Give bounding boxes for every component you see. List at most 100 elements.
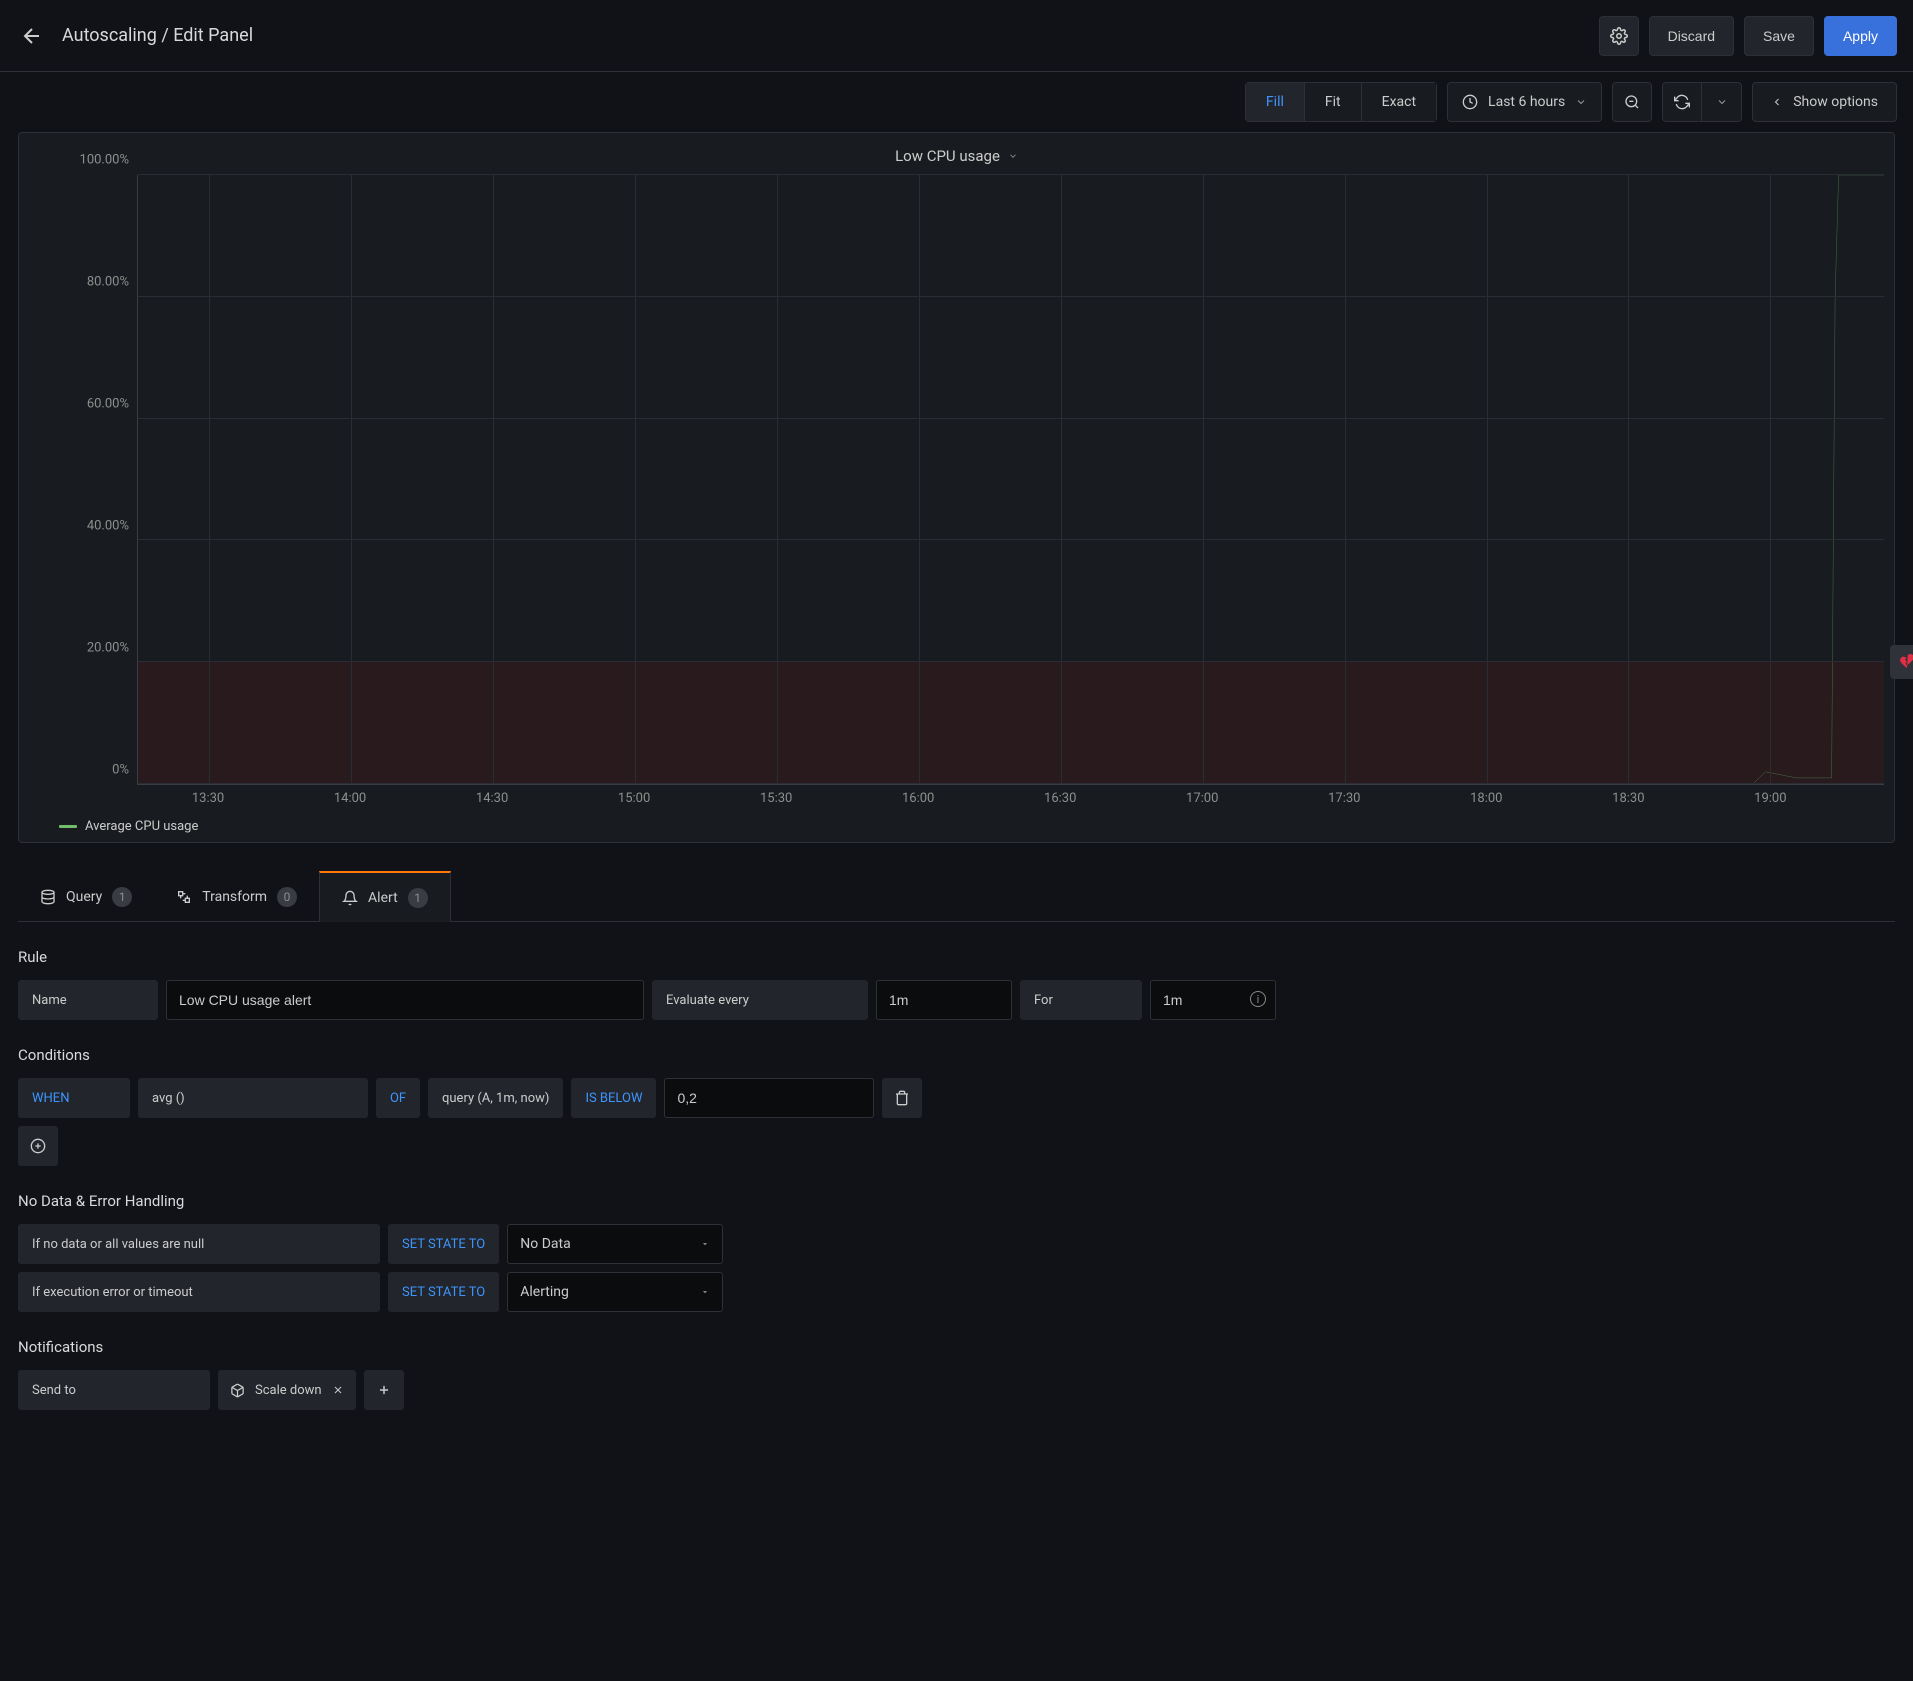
x-tick: 14:30: [476, 791, 508, 806]
panel-title[interactable]: Low CPU usage: [29, 143, 1884, 175]
grid-line: [1487, 175, 1488, 784]
page-title: Autoscaling / Edit Panel: [62, 25, 253, 46]
tab-query-count: 1: [112, 887, 132, 907]
info-icon[interactable]: i: [1250, 991, 1266, 1007]
y-tick: 20.00%: [87, 641, 129, 656]
grid-line: [351, 175, 352, 784]
y-axis: 0%20.00%40.00%60.00%80.00%100.00%: [29, 175, 137, 785]
grid-line: [138, 174, 1884, 175]
grid-line: [1345, 175, 1346, 784]
tab-transform-label: Transform: [202, 889, 267, 905]
conditions-section: Conditions WHEN avg () OF query (A, 1m, …: [18, 1046, 1895, 1166]
tab-transform[interactable]: Transform 0: [154, 871, 319, 921]
condition-query[interactable]: query (A, 1m, now): [428, 1078, 563, 1118]
add-notification-button[interactable]: [364, 1370, 404, 1410]
grid-line: [138, 296, 1884, 297]
delete-condition-button[interactable]: [882, 1078, 922, 1118]
display-mode-exact[interactable]: Exact: [1362, 82, 1437, 122]
condition-operator[interactable]: IS BELOW: [571, 1078, 656, 1118]
display-mode-group: Fill Fit Exact: [1245, 82, 1437, 122]
x-tick: 16:30: [1044, 791, 1076, 806]
back-button[interactable]: [16, 20, 48, 52]
plot-area[interactable]: 0.2 ⋮⋮: [137, 175, 1884, 785]
refresh-button[interactable]: [1662, 82, 1702, 122]
x-axis: 13:3014:0014:3015:0015:3016:0016:3017:00…: [137, 785, 1884, 815]
condition-threshold-input[interactable]: [664, 1078, 874, 1118]
zoom-out-button[interactable]: [1612, 82, 1652, 122]
transform-icon: [176, 889, 192, 905]
x-tick: 15:30: [760, 791, 792, 806]
no-data-state-select[interactable]: No Data: [507, 1224, 723, 1264]
save-button[interactable]: Save: [1744, 16, 1814, 56]
condition-aggregator[interactable]: avg (): [138, 1078, 368, 1118]
settings-button[interactable]: [1599, 16, 1639, 56]
tab-alert-label: Alert: [368, 890, 398, 906]
grid-line: [1203, 175, 1204, 784]
grid-line: [138, 661, 1884, 662]
x-tick: 17:30: [1328, 791, 1360, 806]
rule-name-label: Name: [18, 980, 158, 1020]
discard-button[interactable]: Discard: [1649, 16, 1734, 56]
for-label: For: [1020, 980, 1142, 1020]
x-tick: 19:00: [1754, 791, 1786, 806]
rule-name-input[interactable]: [166, 980, 644, 1020]
tab-transform-count: 0: [277, 887, 297, 907]
chart-series-line: [138, 175, 1884, 784]
add-condition-button[interactable]: [18, 1126, 58, 1166]
show-options-button[interactable]: Show options: [1752, 82, 1897, 122]
no-data-label: If no data or all values are null: [18, 1224, 380, 1264]
panel-tabs: Query 1 Transform 0 Alert 1: [18, 871, 1895, 922]
y-tick: 60.00%: [87, 397, 129, 412]
set-state-to-label: SET STATE TO: [388, 1224, 499, 1264]
visualization-panel: Low CPU usage 0%20.00%40.00%60.00%80.00%…: [18, 132, 1895, 843]
y-tick: 40.00%: [87, 519, 129, 534]
caret-down-icon: [700, 1239, 710, 1249]
x-tick: 15:00: [618, 791, 650, 806]
legend[interactable]: Average CPU usage: [29, 819, 1884, 834]
chevron-down-icon: [1716, 96, 1728, 108]
notification-channel-label: Scale down: [255, 1383, 322, 1398]
display-mode-fill[interactable]: Fill: [1245, 82, 1305, 122]
panel-toolbar: Fill Fit Exact Last 6 hours Show options: [0, 72, 1913, 132]
grid-line: [138, 783, 1884, 784]
tab-alert[interactable]: Alert 1: [319, 871, 451, 922]
notifications-section-title: Notifications: [18, 1338, 1895, 1356]
grid-line: [1061, 175, 1062, 784]
bell-icon: [342, 890, 358, 906]
grid-line: [493, 175, 494, 784]
tab-query-label: Query: [66, 889, 102, 905]
database-icon: [40, 889, 56, 905]
close-icon[interactable]: [332, 1384, 344, 1396]
grid-line: [1628, 175, 1629, 784]
refresh-interval-button[interactable]: [1702, 82, 1742, 122]
time-range-label: Last 6 hours: [1488, 94, 1565, 110]
grid-line: [777, 175, 778, 784]
chevron-down-icon: [1008, 151, 1018, 161]
time-range-picker[interactable]: Last 6 hours: [1447, 82, 1602, 122]
set-state-to-label-2: SET STATE TO: [388, 1272, 499, 1312]
notification-channel-chip[interactable]: Scale down: [218, 1370, 356, 1410]
show-options-label: Show options: [1793, 94, 1878, 110]
condition-when[interactable]: WHEN: [18, 1078, 130, 1118]
apply-button[interactable]: Apply: [1824, 16, 1897, 56]
cube-icon: [230, 1383, 245, 1398]
rule-section-title: Rule: [18, 948, 1895, 966]
conditions-section-title: Conditions: [18, 1046, 1895, 1064]
x-tick: 13:30: [192, 791, 224, 806]
grid-line: [1770, 175, 1771, 784]
x-tick: 17:00: [1186, 791, 1218, 806]
display-mode-fit[interactable]: Fit: [1305, 82, 1362, 122]
threshold-handle[interactable]: 0.2 ⋮⋮: [1890, 645, 1913, 679]
tab-query[interactable]: Query 1: [18, 871, 154, 921]
refresh-icon: [1674, 94, 1690, 110]
trash-icon: [894, 1090, 910, 1106]
x-tick: 16:00: [902, 791, 934, 806]
error-state-select[interactable]: Alerting: [507, 1272, 723, 1312]
gear-icon: [1610, 27, 1628, 45]
x-tick: 18:30: [1612, 791, 1644, 806]
editor-header: Autoscaling / Edit Panel Discard Save Ap…: [0, 0, 1913, 72]
x-tick: 18:00: [1470, 791, 1502, 806]
chevron-left-icon: [1771, 96, 1783, 108]
grid-line: [138, 539, 1884, 540]
evaluate-every-input[interactable]: [876, 980, 1012, 1020]
